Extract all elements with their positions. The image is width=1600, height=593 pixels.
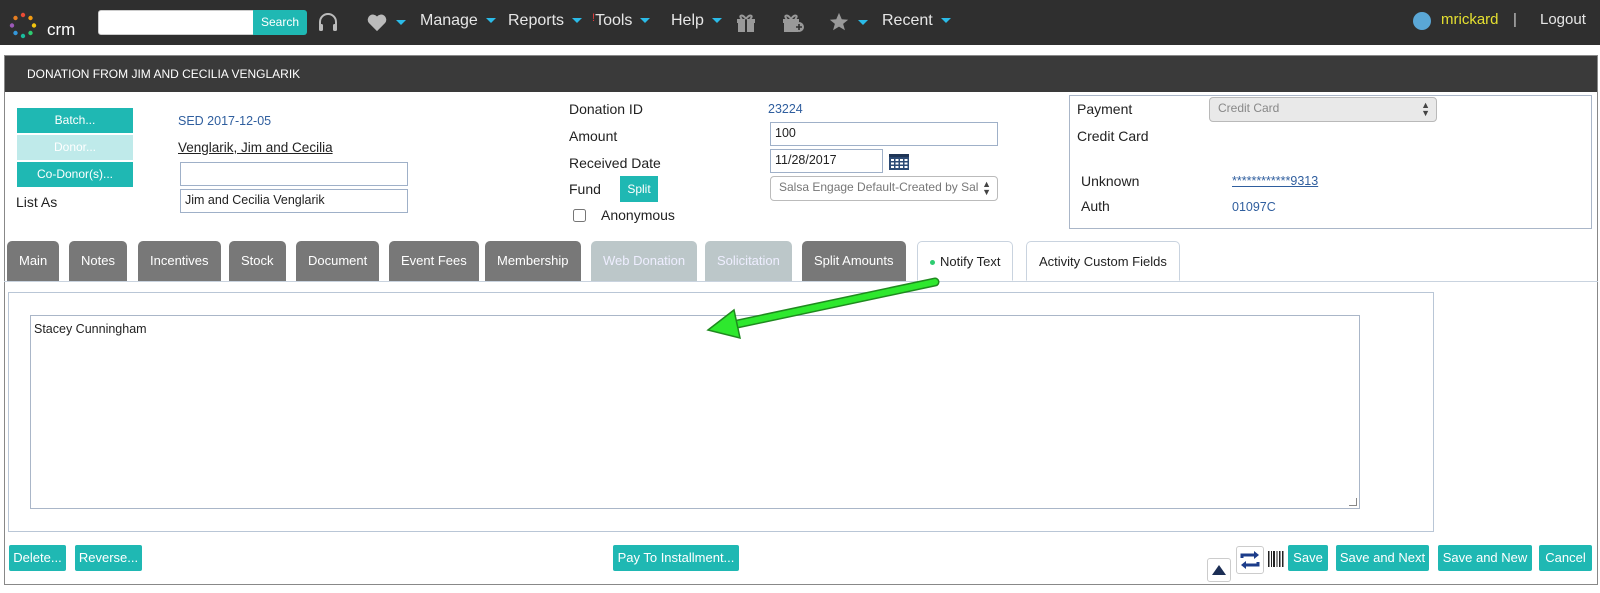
crm-logo[interactable]: crm bbox=[8, 9, 82, 39]
reports-menu-label: Reports bbox=[508, 12, 565, 29]
calendar-icon[interactable] bbox=[888, 152, 910, 171]
save-button[interactable]: Save bbox=[1288, 545, 1328, 571]
search-input[interactable] bbox=[98, 10, 254, 35]
heart-icon bbox=[367, 14, 387, 32]
list-as-label: List As bbox=[16, 194, 58, 210]
payment-method-label: Credit Card bbox=[1077, 128, 1149, 144]
recurring-button[interactable] bbox=[1236, 546, 1264, 574]
scroll-top-button[interactable] bbox=[1207, 558, 1231, 582]
chevron-down-icon bbox=[858, 19, 868, 25]
amount-label: Amount bbox=[569, 128, 618, 144]
help-menu-label: Help bbox=[671, 12, 704, 29]
reports-menu[interactable]: Reports bbox=[508, 12, 583, 30]
fund-label: Fund bbox=[569, 181, 601, 197]
panel-title: DONATION FROM JIM AND CECILIA VENGLARIK bbox=[5, 56, 1597, 92]
active-dot-icon bbox=[930, 260, 935, 266]
user-link[interactable]: mrickard bbox=[1441, 11, 1499, 28]
barcode-icon[interactable] bbox=[1268, 551, 1284, 567]
nav-separator: | bbox=[1513, 11, 1517, 28]
manage-menu-label: Manage bbox=[420, 12, 478, 29]
tools-menu-label: Tools bbox=[595, 12, 633, 29]
batch-value[interactable]: SED 2017-12-05 bbox=[178, 114, 271, 128]
headset-icon[interactable] bbox=[316, 11, 340, 35]
save-and-new-button[interactable]: Save and New bbox=[1438, 545, 1532, 571]
help-menu[interactable]: Help bbox=[671, 12, 722, 30]
user-avatar-icon bbox=[1413, 12, 1431, 30]
amount-field[interactable]: 100 bbox=[770, 122, 998, 146]
cancel-button[interactable]: Cancel bbox=[1539, 545, 1592, 571]
list-as-field[interactable]: Jim and Cecilia Venglarik bbox=[180, 189, 408, 213]
payment-label: Payment bbox=[1077, 101, 1133, 117]
donor-link[interactable]: Venglarik, Jim and Cecilia bbox=[178, 140, 333, 155]
pay-to-installment-button[interactable]: Pay To Installment... bbox=[613, 545, 739, 571]
fund-select-value: Salsa Engage Default-Created by Sal bbox=[779, 180, 979, 194]
payment-select-value: Credit Card bbox=[1218, 101, 1280, 115]
logo-text: crm bbox=[47, 20, 76, 39]
save-and-next-button[interactable]: Save and Next bbox=[1336, 545, 1429, 571]
chevron-down-icon bbox=[640, 18, 651, 24]
auth-value: 01097C bbox=[1232, 200, 1276, 214]
recent-menu[interactable]: Recent bbox=[882, 12, 951, 30]
notify-text-value: Stacey Cunningham bbox=[34, 322, 147, 336]
donor-button[interactable]: Donor... bbox=[17, 135, 133, 160]
starred-menu[interactable] bbox=[828, 11, 868, 33]
tab-main[interactable]: Main bbox=[7, 241, 60, 281]
received-date-label: Received Date bbox=[569, 155, 661, 171]
search-button[interactable]: Search bbox=[253, 10, 307, 35]
select-arrows-icon: ▲ ▼ bbox=[982, 179, 991, 197]
star-icon bbox=[829, 12, 849, 31]
annotation-arrow-icon bbox=[706, 277, 940, 340]
tab-incentives[interactable]: Incentives bbox=[138, 241, 221, 281]
donation-id-value: 23224 bbox=[768, 102, 803, 116]
logout-link[interactable]: Logout bbox=[1540, 11, 1586, 28]
card-number-link[interactable]: ************9313 bbox=[1232, 174, 1318, 188]
top-navbar: crm Search Manage Reports !Tools Help Re… bbox=[0, 0, 1600, 45]
tab-notes[interactable]: Notes bbox=[69, 241, 127, 281]
tools-menu[interactable]: !Tools bbox=[592, 12, 651, 30]
logo-ring-icon bbox=[9, 12, 37, 39]
manage-menu[interactable]: Manage bbox=[420, 12, 496, 30]
tab-event-fees[interactable]: Event Fees bbox=[389, 241, 479, 281]
tab-membership[interactable]: Membership bbox=[485, 241, 581, 281]
add-gift-icon[interactable] bbox=[781, 11, 805, 33]
tab-web-donation[interactable]: Web Donation bbox=[591, 241, 698, 281]
chevron-down-icon bbox=[485, 18, 496, 24]
chevron-down-icon bbox=[940, 18, 951, 24]
arrow-up-icon bbox=[1212, 565, 1226, 575]
reverse-button[interactable]: Reverse... bbox=[75, 545, 142, 571]
tab-stock[interactable]: Stock bbox=[229, 241, 286, 281]
split-button[interactable]: Split bbox=[620, 176, 658, 202]
gift-icon[interactable] bbox=[735, 11, 757, 33]
repeat-icon bbox=[1240, 551, 1260, 569]
chevron-down-icon bbox=[396, 19, 406, 25]
payment-select[interactable]: Credit Card ▲ ▼ bbox=[1209, 97, 1437, 122]
notify-text-area[interactable]: Stacey Cunningham bbox=[30, 315, 1360, 509]
favorites-menu[interactable] bbox=[366, 12, 406, 32]
select-arrows-icon: ▲ ▼ bbox=[1421, 100, 1430, 118]
fund-select[interactable]: Salsa Engage Default-Created by Sal ▲ ▼ bbox=[770, 176, 998, 201]
recent-menu-label: Recent bbox=[882, 12, 933, 29]
chevron-down-icon bbox=[711, 18, 722, 24]
tab-document[interactable]: Document bbox=[296, 241, 380, 281]
donation-id-label: Donation ID bbox=[569, 101, 643, 117]
chevron-down-icon bbox=[572, 18, 583, 24]
tab-activity-custom-fields[interactable]: Activity Custom Fields bbox=[1026, 241, 1180, 281]
anonymous-label: Anonymous bbox=[601, 207, 675, 223]
co-donor-field[interactable] bbox=[180, 162, 408, 186]
anonymous-checkbox[interactable] bbox=[573, 209, 586, 222]
auth-label: Auth bbox=[1081, 198, 1110, 214]
received-date-field[interactable]: 11/28/2017 bbox=[770, 149, 883, 173]
co-donor-button[interactable]: Co-Donor(s)... bbox=[17, 162, 133, 187]
batch-button[interactable]: Batch... bbox=[17, 108, 133, 133]
unknown-label: Unknown bbox=[1081, 173, 1140, 189]
delete-button[interactable]: Delete... bbox=[9, 545, 66, 571]
tab-notify-text-label: Notify Text bbox=[940, 254, 1001, 269]
resize-grip-icon[interactable] bbox=[1349, 498, 1357, 506]
